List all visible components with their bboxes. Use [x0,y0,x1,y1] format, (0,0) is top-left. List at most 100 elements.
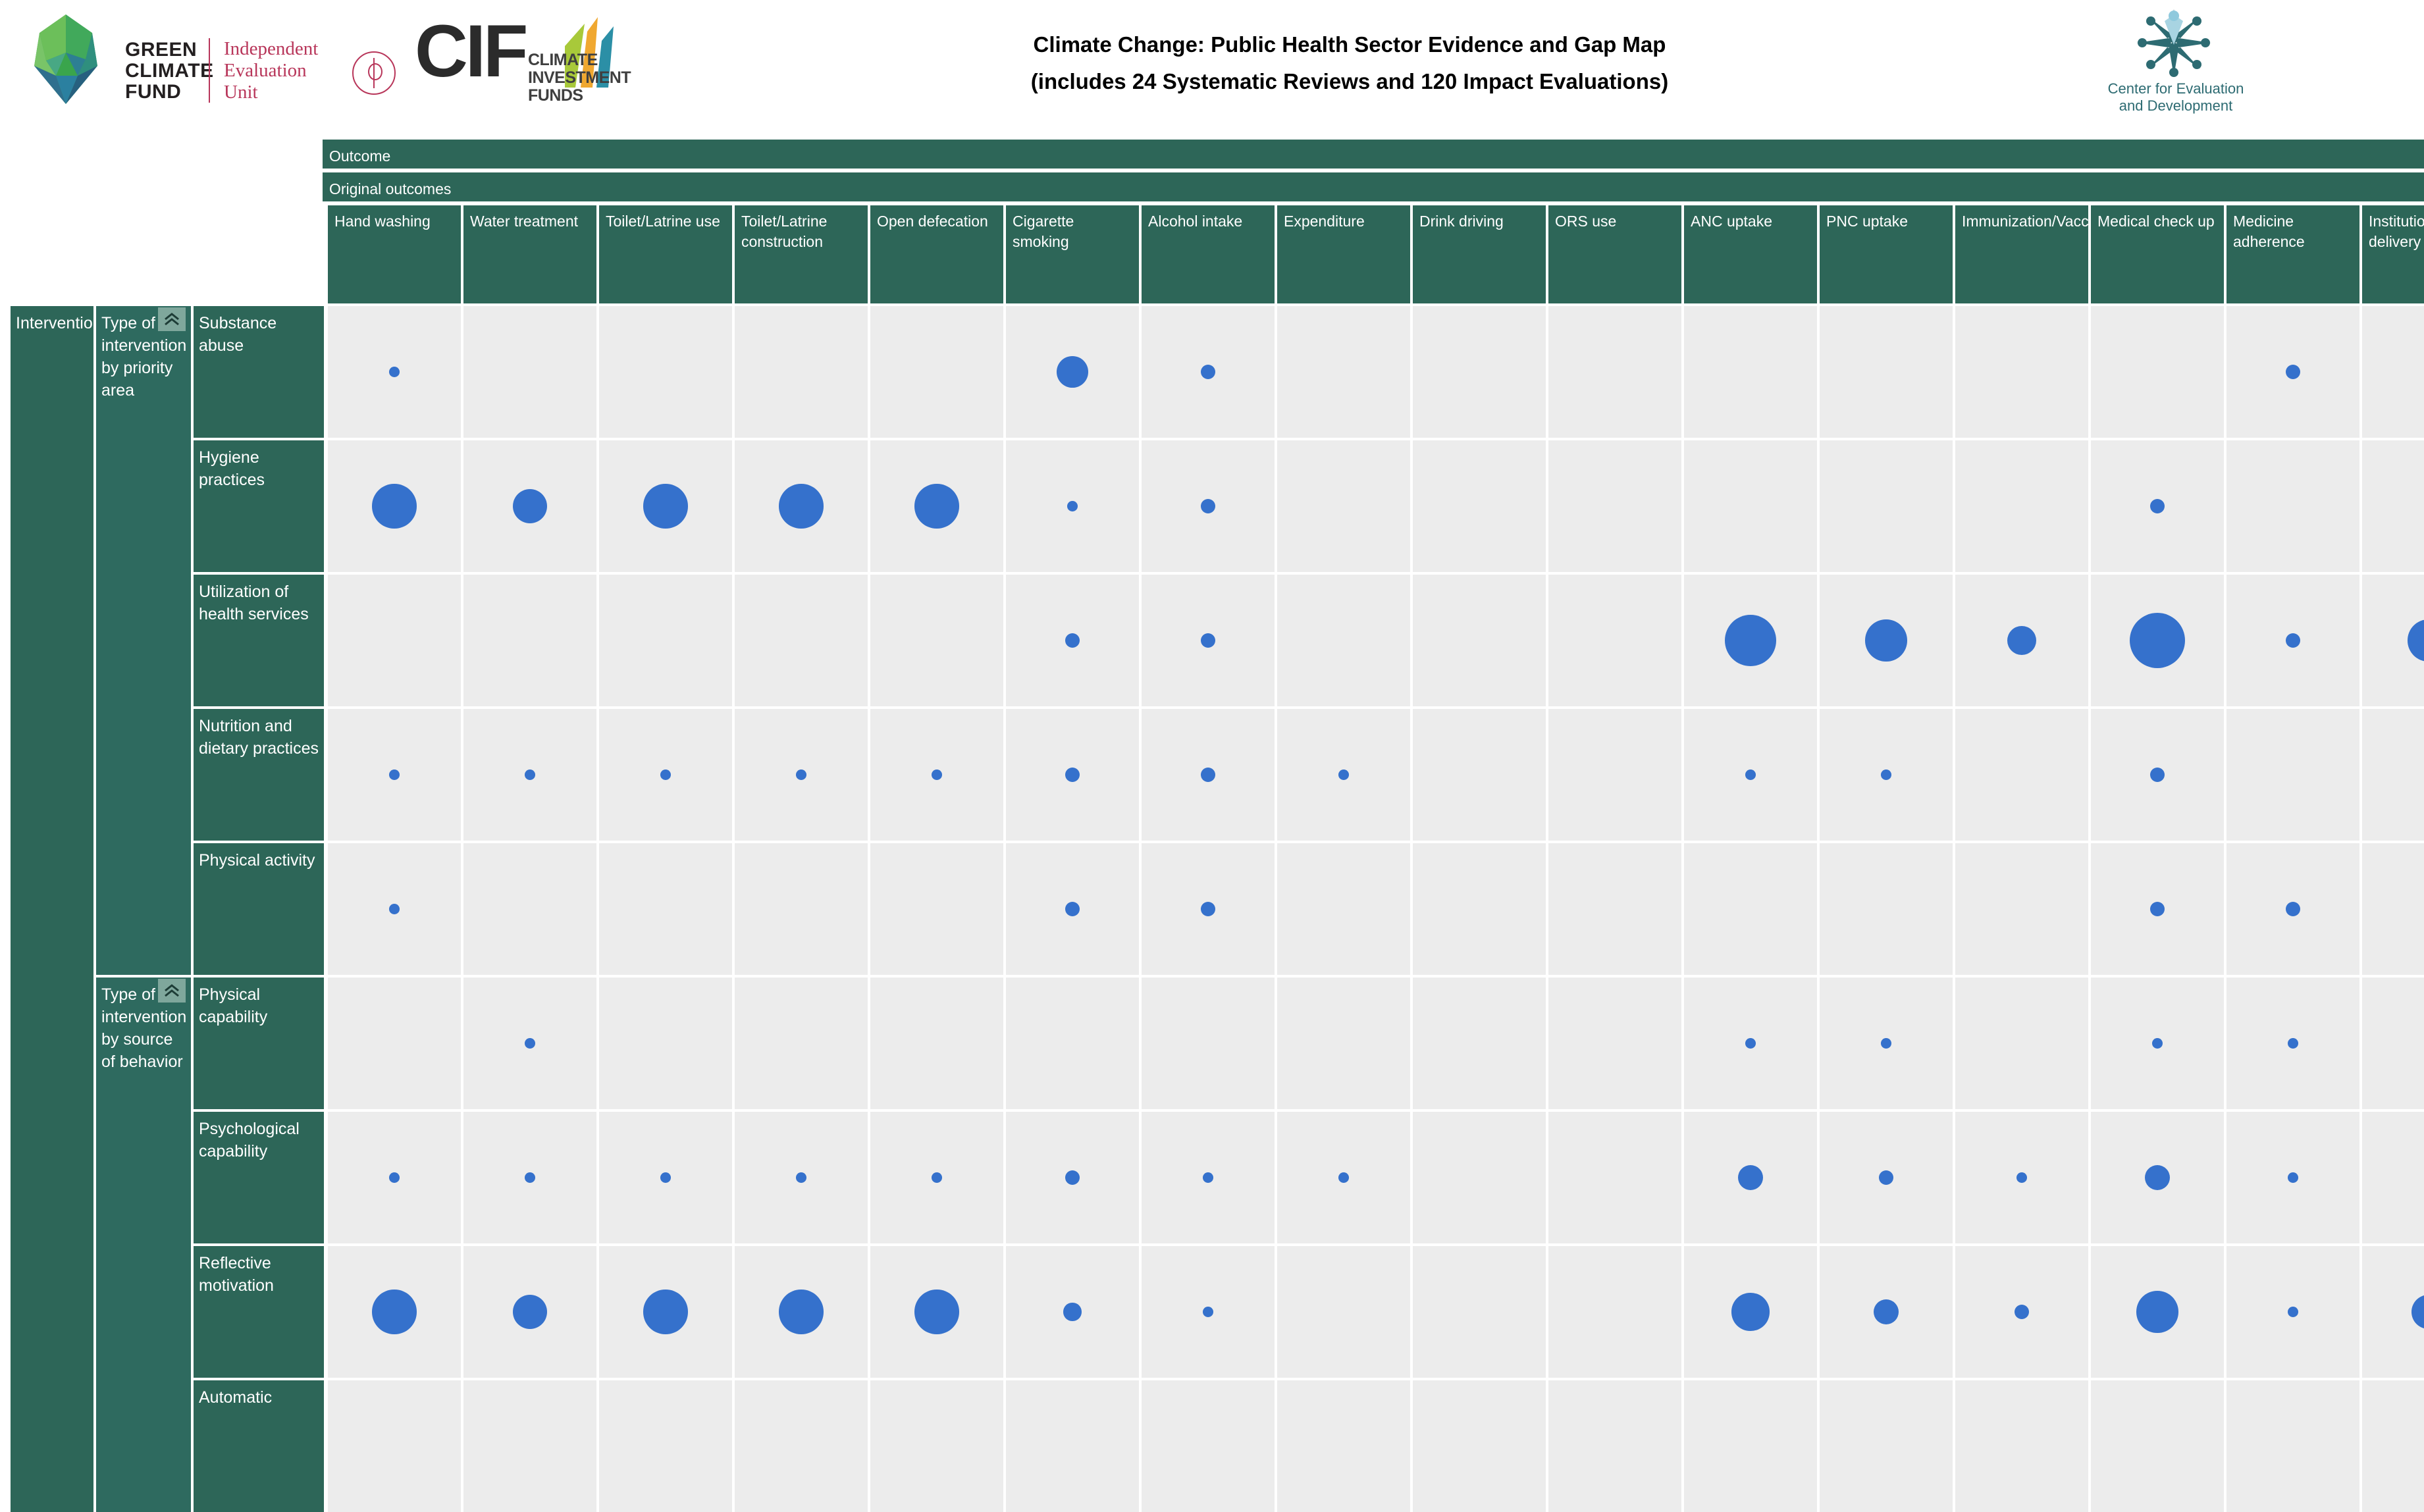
grid-cell[interactable] [2362,1112,2424,1243]
evidence-bubble[interactable] [643,1290,688,1334]
grid-cell[interactable] [2362,440,2424,572]
column-header-open-defecation[interactable]: Open defecation [870,205,1003,303]
evidence-bubble[interactable] [2288,1172,2298,1183]
row-header-hygiene-practices[interactable]: Hygiene practices [194,440,324,572]
grid-cell[interactable] [1413,306,1546,438]
grid-cell[interactable] [1277,575,1410,706]
evidence-bubble[interactable] [779,1290,824,1334]
evidence-bubble[interactable] [2130,613,2185,668]
grid-cell[interactable] [2362,843,2424,975]
evidence-bubble[interactable] [2016,1172,2027,1183]
grid-cell[interactable] [599,306,732,438]
row-header-substance-abuse[interactable]: Substance abuse [194,306,324,438]
grid-cell[interactable] [1142,978,1275,1109]
evidence-bubble[interactable] [643,484,688,529]
column-header-alcohol-intake[interactable]: Alcohol intake [1142,205,1275,303]
grid-cell[interactable] [1820,1380,1953,1512]
evidence-bubble[interactable] [1745,769,1756,780]
evidence-bubble[interactable] [525,769,535,780]
evidence-bubble[interactable] [796,769,806,780]
collapse-button-priority-area[interactable] [158,307,186,331]
evidence-bubble[interactable] [1067,501,1078,511]
grid-cell[interactable] [870,843,1003,975]
evidence-bubble[interactable] [914,1290,959,1334]
grid-cell[interactable] [1413,440,1546,572]
grid-cell[interactable] [735,1380,868,1512]
grid-cell[interactable] [1548,1246,1681,1378]
row-header-physical-activity[interactable]: Physical activity [194,843,324,975]
column-header-cigarette-smoking[interactable]: Cigarette smoking [1006,205,1139,303]
row-header-automatic[interactable]: Automatic [194,1380,324,1512]
grid-cell[interactable] [2226,440,2359,572]
collapse-button-source-of-behavior[interactable] [158,979,186,1003]
grid-cell[interactable] [735,575,868,706]
grid-cell[interactable] [599,575,732,706]
grid-cell[interactable] [599,978,732,1109]
grid-cell[interactable] [1548,709,1681,841]
grid-cell[interactable] [328,1380,461,1512]
evidence-bubble[interactable] [1203,1307,1213,1317]
evidence-bubble[interactable] [389,769,400,780]
grid-cell[interactable] [870,575,1003,706]
row-header-utilization-of-health-services[interactable]: Utilization of health services [194,575,324,706]
column-header-pnc-uptake[interactable]: PNC uptake [1820,205,1953,303]
grid-cell[interactable] [1142,1380,1275,1512]
grid-cell[interactable] [1684,306,1817,438]
grid-cell[interactable] [1684,1380,1817,1512]
grid-cell[interactable] [1413,575,1546,706]
grid-cell[interactable] [1413,978,1546,1109]
column-header-hand-washing[interactable]: Hand washing [328,205,461,303]
evidence-bubble[interactable] [1063,1303,1082,1321]
grid-cell[interactable] [328,575,461,706]
grid-cell[interactable] [1684,843,1817,975]
grid-cell[interactable] [1820,306,1953,438]
grid-cell[interactable] [870,1380,1003,1512]
evidence-bubble[interactable] [660,1172,671,1183]
grid-cell[interactable] [1413,1246,1546,1378]
evidence-bubble[interactable] [1725,615,1776,666]
grid-cell[interactable] [1413,1112,1546,1243]
grid-cell[interactable] [1413,1380,1546,1512]
evidence-bubble[interactable] [372,484,417,529]
grid-cell[interactable] [1684,440,1817,572]
evidence-bubble[interactable] [525,1172,535,1183]
grid-cell[interactable] [2362,306,2424,438]
grid-cell[interactable] [2362,709,2424,841]
evidence-bubble[interactable] [389,367,400,377]
grid-cell[interactable] [1548,440,1681,572]
grid-cell[interactable] [463,1380,596,1512]
grid-cell[interactable] [870,978,1003,1109]
evidence-bubble[interactable] [796,1172,806,1183]
grid-cell[interactable] [870,306,1003,438]
grid-cell[interactable] [463,575,596,706]
evidence-bubble[interactable] [525,1038,535,1049]
row-header-reflective-motivation[interactable]: Reflective motivation [194,1246,324,1378]
grid-cell[interactable] [1006,1380,1139,1512]
evidence-bubble[interactable] [1338,1172,1349,1183]
column-header-ors-use[interactable]: ORS use [1548,205,1681,303]
grid-cell[interactable] [1548,306,1681,438]
grid-cell[interactable] [1006,978,1139,1109]
grid-cell[interactable] [1277,843,1410,975]
evidence-bubble[interactable] [1745,1038,1756,1049]
evidence-bubble[interactable] [914,484,959,529]
evidence-bubble[interactable] [1731,1293,1770,1331]
grid-cell[interactable] [1955,306,2088,438]
grid-cell[interactable] [599,843,732,975]
row-header-psychological-capability[interactable]: Psychological capability [194,1112,324,1243]
row-group-header-priority-area[interactable]: Type of intervention by priority area [96,306,191,975]
grid-cell[interactable] [2226,1380,2359,1512]
row-group-header-source-of-behavior[interactable]: Type of intervention by source of behavi… [96,978,191,1512]
grid-cell[interactable] [1548,575,1681,706]
grid-cell[interactable] [735,306,868,438]
column-header-expenditure[interactable]: Expenditure [1277,205,1410,303]
grid-cell[interactable] [1413,843,1546,975]
grid-cell[interactable] [1955,440,2088,572]
evidence-bubble[interactable] [2136,1291,2178,1333]
grid-cell[interactable] [328,978,461,1109]
row-header-physical-capability[interactable]: Physical capability [194,978,324,1109]
grid-cell[interactable] [1548,978,1681,1109]
grid-cell[interactable] [735,978,868,1109]
grid-cell[interactable] [735,843,868,975]
grid-cell[interactable] [1820,843,1953,975]
